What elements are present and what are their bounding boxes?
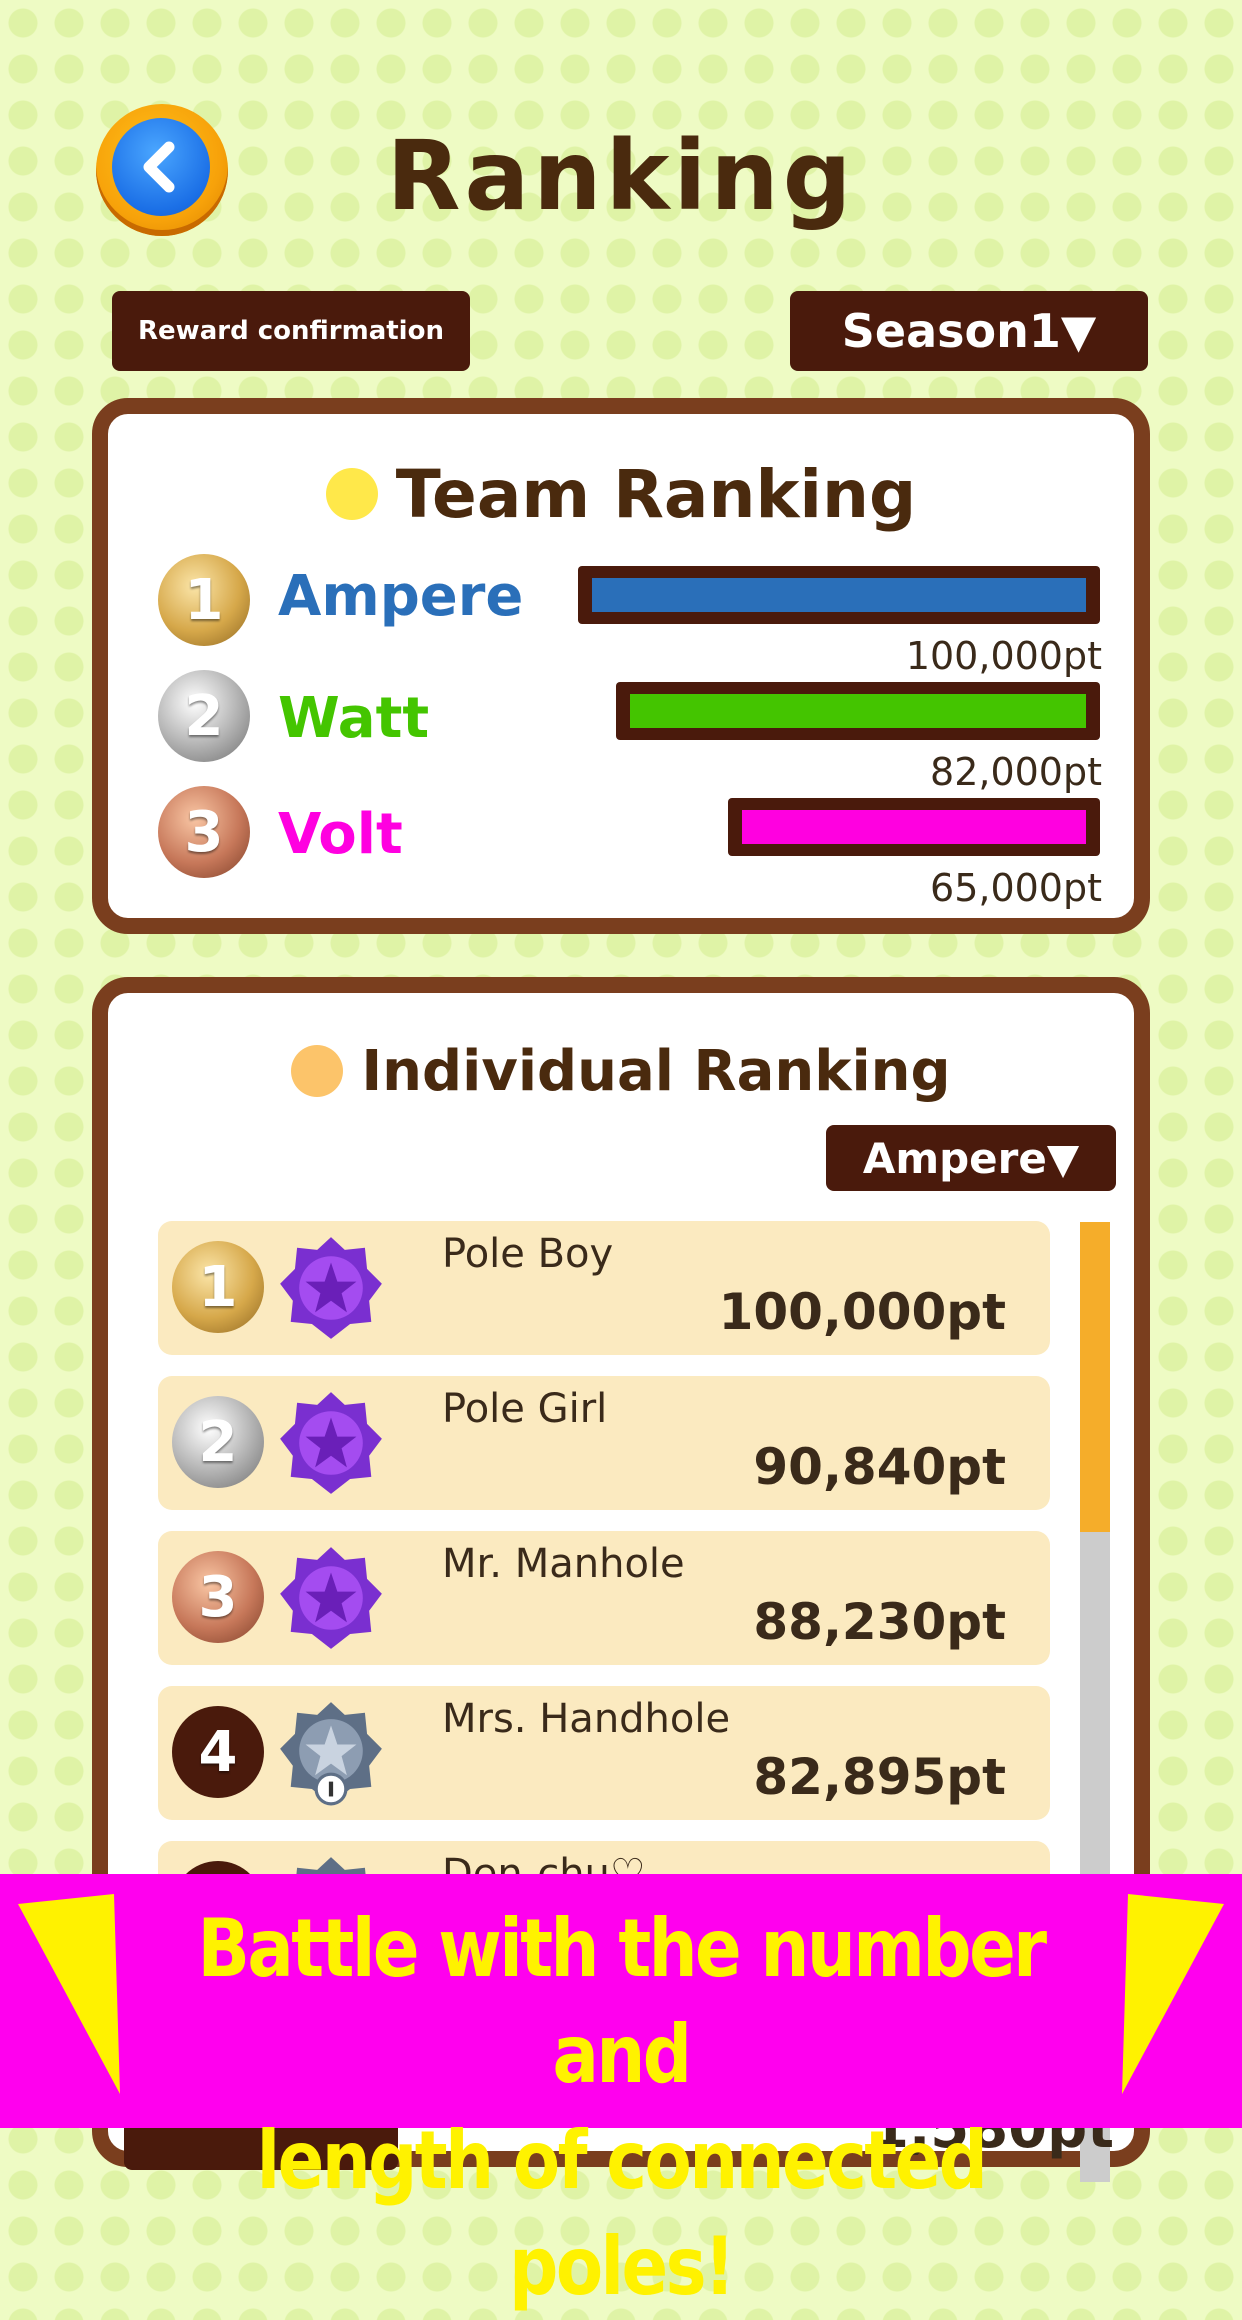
- gold-medal-icon: 1: [158, 554, 250, 646]
- right-lightning-icon: [1122, 1894, 1224, 2094]
- player-points: 90,840pt: [753, 1438, 1006, 1496]
- silver-medal-icon: 2: [172, 1396, 264, 1488]
- silver-medal-icon: 2: [158, 670, 250, 762]
- list-item[interactable]: 3 Mr. Manhole 88,230pt: [158, 1531, 1050, 1665]
- team-name-watt: Watt: [278, 686, 430, 751]
- gold-medal-icon: 1: [172, 1241, 264, 1333]
- purple-star-badge-icon: [280, 1237, 382, 1339]
- team-bar-fill: [630, 694, 1086, 728]
- banner-text: Battle with the number and length of con…: [139, 1896, 1104, 2320]
- player-name: Pole Boy: [442, 1231, 614, 1277]
- list-item[interactable]: 1 Pole Boy 100,000pt: [158, 1221, 1050, 1355]
- player-name: Mrs. Handhole: [442, 1696, 731, 1742]
- promo-banner: Battle with the number and length of con…: [0, 1874, 1242, 2313]
- list-item[interactable]: 4 Mrs. Handhole 82,895pt: [158, 1686, 1050, 1820]
- team-name-volt: Volt: [278, 802, 403, 867]
- team-points: 100,000pt: [905, 634, 1102, 678]
- purple-star-badge-icon: [280, 1392, 382, 1494]
- individual-ranking-heading: Individual Ranking: [108, 1031, 1134, 1111]
- team-ranking-panel: Team Ranking 1 Ampere 100,000pt 2 Watt 8…: [92, 398, 1150, 934]
- team-bar-fill: [742, 810, 1086, 844]
- team-ranking-title: Team Ranking: [395, 455, 917, 533]
- team-points: 65,000pt: [930, 866, 1102, 910]
- reward-confirmation-button[interactable]: Reward confirmation: [112, 291, 470, 371]
- player-name: Mr. Manhole: [442, 1541, 685, 1587]
- rank-badge: 4: [172, 1706, 264, 1798]
- left-lightning-icon: [18, 1894, 120, 2094]
- orange-dot-icon: [291, 1045, 344, 1097]
- scrollbar-thumb[interactable]: [1080, 1222, 1110, 1532]
- yellow-dot-icon: [325, 468, 378, 520]
- team-bar-watt: [616, 682, 1100, 740]
- team-bar-fill: [592, 578, 1086, 612]
- team-bar-ampere: [578, 566, 1100, 624]
- banner-line-1: Battle with the number and: [197, 1902, 1047, 2101]
- page-title: Ranking: [386, 120, 856, 232]
- player-points: 100,000pt: [718, 1283, 1006, 1341]
- team-name-ampere: Ampere: [278, 564, 524, 629]
- season-select[interactable]: Season1▼: [790, 291, 1148, 371]
- list-item[interactable]: 2 Pole Girl 90,840pt: [158, 1376, 1050, 1510]
- banner-line-2: length of connected poles!: [256, 2114, 988, 2313]
- player-points: 88,230pt: [753, 1593, 1006, 1651]
- team-bar-volt: [728, 798, 1100, 856]
- team-filter-select[interactable]: Ampere▼: [826, 1125, 1116, 1191]
- bronze-medal-icon: 3: [172, 1551, 264, 1643]
- player-name: Pole Girl: [442, 1386, 608, 1432]
- team-points: 82,000pt: [930, 750, 1102, 794]
- purple-star-badge-icon: [280, 1547, 382, 1649]
- team-ranking-heading: Team Ranking: [108, 454, 1134, 534]
- individual-ranking-title: Individual Ranking: [361, 1038, 951, 1104]
- silver-star-badge-icon: [280, 1702, 382, 1806]
- bronze-medal-icon: 3: [158, 786, 250, 878]
- player-points: 82,895pt: [753, 1748, 1006, 1806]
